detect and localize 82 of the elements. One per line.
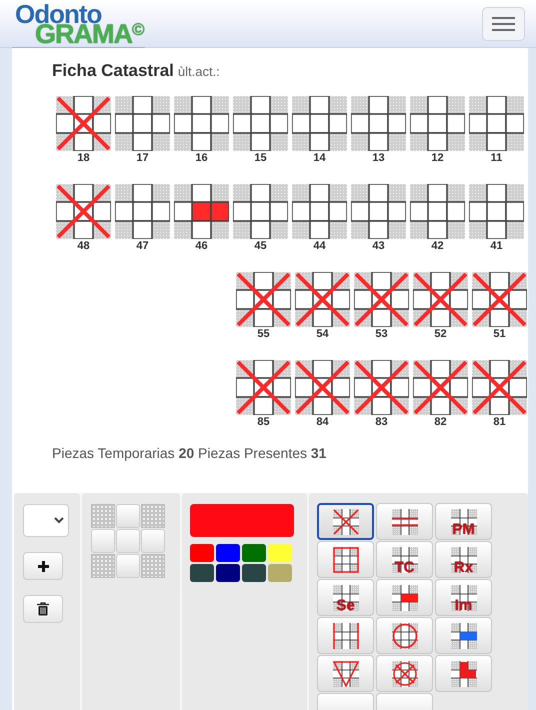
- last-update-label: ùlt.act.:: [178, 63, 220, 81]
- page-title: Ficha Catastral: [52, 60, 174, 82]
- block-tooth-icon: [450, 660, 476, 686]
- framed-tooth-icon: [332, 546, 358, 572]
- tooth-number: 52: [434, 326, 447, 340]
- tooth-number: 85: [257, 414, 270, 428]
- tooth-chart-drawing[interactable]: [413, 360, 468, 414]
- disabled-face-cell: [91, 554, 115, 578]
- tooth-number: 51: [493, 326, 506, 340]
- color-swatch[interactable]: [242, 544, 266, 562]
- tooth-number: 53: [375, 326, 388, 340]
- tooth-chart-drawing[interactable]: [413, 272, 468, 326]
- tooth-number: 42: [431, 238, 444, 252]
- tooth-chart-drawing[interactable]: [56, 96, 111, 150]
- delete-button[interactable]: [23, 595, 63, 623]
- tooth-number: 13: [372, 150, 385, 164]
- tooth-number: 16: [195, 150, 208, 164]
- tooth-number: 12: [431, 150, 444, 164]
- tooth-chart-drawing[interactable]: [115, 96, 170, 150]
- add-button[interactable]: [23, 552, 63, 580]
- disabled-face-cell: [141, 554, 165, 578]
- lines-tooth-icon: [392, 508, 418, 534]
- tooth-number: 54: [316, 326, 329, 340]
- color-swatch[interactable]: [190, 544, 214, 562]
- color-swatch[interactable]: [216, 544, 240, 562]
- tooth-chart-drawing[interactable]: [469, 184, 524, 238]
- tooth-number: 14: [313, 150, 326, 164]
- tooth-chart-drawing[interactable]: [351, 184, 406, 238]
- tooth-number: 18: [77, 150, 90, 164]
- mark-tool-button[interactable]: [317, 503, 374, 540]
- tooth-number: 17: [136, 150, 149, 164]
- trash-icon: [37, 602, 49, 616]
- crossed-tooth-icon: [332, 508, 358, 534]
- tooth-number: 41: [490, 238, 503, 252]
- tooth-chart-drawing[interactable]: [472, 360, 527, 414]
- tooth-chart-drawing[interactable]: [236, 360, 291, 414]
- tooth-chart-drawing[interactable]: [233, 96, 288, 150]
- color-swatch[interactable]: [216, 564, 240, 582]
- tooth-chart-drawing[interactable]: [354, 360, 409, 414]
- tooth-chart-drawing[interactable]: [351, 96, 406, 150]
- tooth-chart-drawing[interactable]: [236, 272, 291, 326]
- triangle-tooth-icon: [332, 660, 358, 686]
- chevron-down-icon: [54, 517, 64, 524]
- plus-icon: [36, 560, 50, 572]
- tooth-number: 83: [375, 414, 388, 428]
- tooth-chart-drawing[interactable]: [295, 360, 350, 414]
- tooth-chart-drawing[interactable]: [295, 272, 350, 326]
- tooth-number: 45: [254, 238, 267, 252]
- disabled-face-cell: [141, 504, 165, 528]
- tooth-chart-drawing[interactable]: [233, 184, 288, 238]
- tooth-number: 15: [254, 150, 267, 164]
- color-swatch[interactable]: [190, 564, 214, 582]
- tooth-chart-drawing[interactable]: [410, 184, 465, 238]
- tooth-chart-drawing[interactable]: [174, 96, 229, 150]
- tooth-chart-drawing[interactable]: [56, 184, 111, 238]
- disabled-face-cell: [91, 504, 115, 528]
- side-lines-tooth-icon: [332, 622, 358, 648]
- tooth-chart-drawing[interactable]: [469, 96, 524, 150]
- color-swatch[interactable]: [268, 564, 292, 582]
- menu-button[interactable]: [482, 6, 525, 40]
- tooth-number: 46: [195, 238, 208, 252]
- tooth-number: 84: [316, 414, 329, 428]
- tooth-chart-drawing[interactable]: [354, 272, 409, 326]
- crossed-circle-tooth-icon: [392, 660, 418, 686]
- tooth-chart-drawing[interactable]: [115, 184, 170, 238]
- tooth-number: 43: [372, 238, 385, 252]
- tooth-summary: Piezas Temporarias 20 Piezas Presentes 31: [51, 444, 328, 463]
- circled-tooth-icon: [392, 622, 418, 648]
- tooth-chart-drawing[interactable]: [292, 184, 347, 238]
- tooth-number: 82: [434, 414, 447, 428]
- tooth-chart-drawing[interactable]: [410, 96, 465, 150]
- color-swatch[interactable]: [268, 544, 292, 562]
- tooth-number: 48: [77, 238, 90, 252]
- tooth-number: 81: [493, 414, 506, 428]
- color-swatch[interactable]: [242, 564, 266, 582]
- tooth-number: 11: [490, 150, 502, 164]
- tooth-chart-drawing[interactable]: [292, 96, 347, 150]
- tooth-number: 47: [136, 238, 149, 252]
- tooth-chart-drawing[interactable]: [472, 272, 527, 326]
- tooth-chart-drawing[interactable]: [174, 184, 229, 238]
- tooth-number: 44: [313, 238, 326, 252]
- tooth-number: 55: [257, 326, 270, 340]
